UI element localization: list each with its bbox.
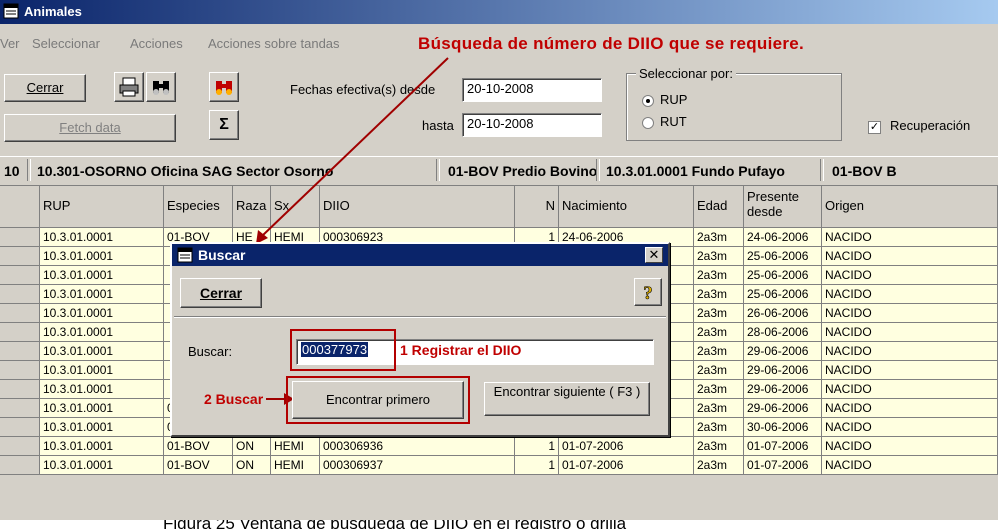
encontrar-siguiente-button[interactable]: Encontrar siguiente ( F3 ) [484,382,650,416]
dialog-cerrar-button[interactable]: Cerrar [180,278,262,308]
encontrar-siguiente-label: Encontrar siguiente ( F3 ) [493,384,641,399]
help-button[interactable]: ? [634,278,662,306]
app-window: Animales Ver Seleccionar Acciones Accion… [0,0,998,520]
dialog-close-button[interactable]: ✕ [645,247,663,263]
buscar-label: Buscar: [188,344,233,359]
caption-text: Figura 25 Ventana de búsqueda de DIIO en… [163,520,626,529]
dialog-window-icon [177,247,193,263]
figure-caption: Figura 25 Ventana de búsqueda de DIIO en… [0,520,998,529]
buscar-dialog: Buscar ✕ Cerrar ? Buscar: 000377973 1 Re… [170,242,670,437]
annotation-step1: 1 Registrar el DIIO [400,342,522,358]
close-icon: ✕ [648,247,660,262]
svg-text:?: ? [643,283,653,303]
annotation-step2: 2 Buscar [204,391,264,407]
dialog-title: Buscar [198,247,246,263]
arrow-line-main [261,57,449,237]
encontrar-primero-button[interactable]: Encontrar primero [292,381,464,419]
encontrar-primero-label: Encontrar primero [325,392,431,407]
dialog-title-bar: Buscar ✕ [172,244,668,266]
help-icon: ? [643,283,653,305]
dialog-cerrar-label: Cerrar [199,285,243,301]
highlight-buscar-input [290,329,396,371]
dialog-divider [174,316,666,318]
